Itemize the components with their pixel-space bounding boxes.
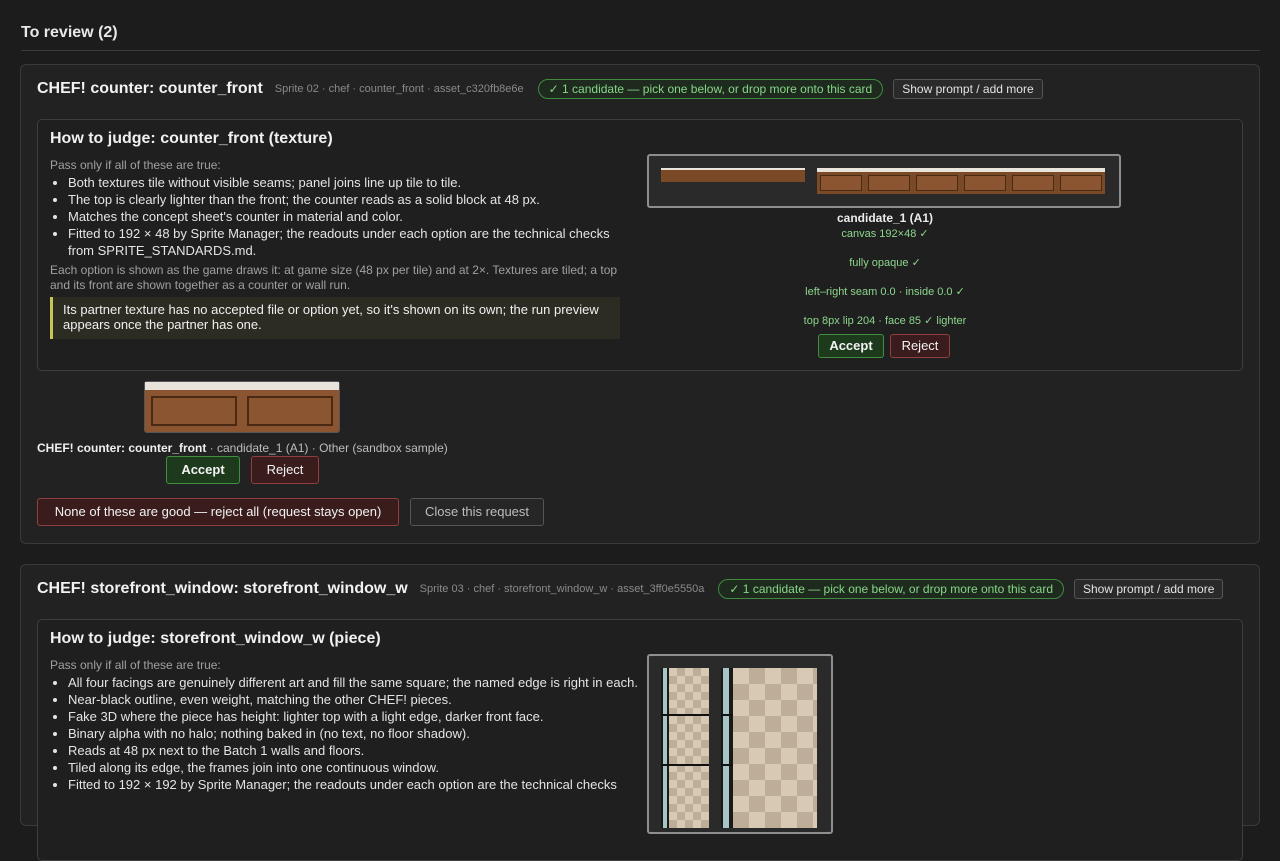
card-title: CHEF! storefront_window: storefront_wind… — [37, 580, 408, 597]
show-prompt-button[interactable]: Show prompt / add more — [893, 79, 1043, 99]
partner-warning: Its partner texture has no accepted file… — [50, 297, 620, 339]
window-frame-1x — [661, 668, 709, 828]
criteria-item: Tiled along its edge, the frames join in… — [68, 759, 638, 776]
texture-1x — [661, 168, 805, 182]
sample-name: CHEF! counter: counter_front — [37, 441, 207, 455]
review-card-counter-front: CHEF! counter: counter_front Sprite 02 ·… — [20, 64, 1260, 544]
judge-panel: How to judge: counter_front (texture) Pa… — [37, 119, 1243, 371]
sample-caption: CHEF! counter: counter_front · candidate… — [37, 441, 448, 455]
criteria-item: Fitted to 192 × 48 by Sprite Manager; th… — [68, 225, 638, 259]
candidate-count-badge: ✓ 1 candidate — pick one below, or drop … — [537, 79, 884, 99]
section-divider — [21, 50, 1260, 51]
candidate-count-badge: ✓ 1 candidate — pick one below, or drop … — [718, 579, 1064, 599]
criteria-item: Both textures tile without visible seams… — [68, 174, 638, 191]
sample-reject-button[interactable]: Reject — [251, 456, 319, 484]
close-request-button[interactable]: Close this request — [410, 498, 544, 526]
reject-all-button[interactable]: None of these are good — reject all (req… — [37, 498, 399, 526]
sample-preview[interactable] — [144, 381, 340, 433]
criteria-item: Reads at 48 px next to the Batch 1 walls… — [68, 742, 638, 759]
judge-panel: How to judge: storefront_window_w (piece… — [37, 619, 1243, 861]
review-card-storefront-window: CHEF! storefront_window: storefront_wind… — [20, 564, 1260, 861]
criteria-item: Near-black outline, even weight, matchin… — [68, 691, 638, 708]
candidate-title: candidate_1 (A1) — [836, 211, 934, 225]
criteria-item: Fake 3D where the piece has height: ligh… — [68, 708, 638, 725]
card-title: CHEF! counter: counter_front — [37, 80, 263, 97]
display-note: Each option is shown as the game draws i… — [50, 263, 618, 292]
criteria-item: Matches the concept sheet's counter in m… — [68, 208, 638, 225]
sample-accept-button[interactable]: Accept — [166, 456, 240, 484]
candidate-preview[interactable] — [647, 154, 1121, 208]
check-opaque: fully opaque ✓ — [849, 257, 921, 269]
criteria-item: Binary alpha with no halo; nothing baked… — [68, 725, 638, 742]
criteria-item: The top is clearly lighter than the fron… — [68, 191, 638, 208]
criteria-list: All four facings are genuinely different… — [50, 674, 638, 793]
check-canvas: canvas 192×48 ✓ — [841, 228, 929, 240]
show-prompt-button[interactable]: Show prompt / add more — [1074, 579, 1224, 599]
accept-button[interactable]: Accept — [818, 334, 884, 358]
card-header: CHEF! counter: counter_front Sprite 02 ·… — [37, 77, 1043, 101]
criteria-item: All four facings are genuinely different… — [68, 674, 638, 691]
criteria-intro: Pass only if all of these are true: — [50, 158, 221, 172]
window-frame-2x — [721, 668, 817, 828]
card-meta: Sprite 03 · chef · storefront_window_w ·… — [419, 583, 705, 595]
criteria-list: Both textures tile without visible seams… — [50, 174, 638, 259]
card-header: CHEF! storefront_window: storefront_wind… — [37, 577, 1224, 601]
check-seam: left–right seam 0.0 · inside 0.0 ✓ — [805, 286, 965, 298]
criteria-intro: Pass only if all of these are true: — [50, 658, 221, 672]
judge-title: How to judge: storefront_window_w (piece… — [50, 630, 381, 647]
reject-button[interactable]: Reject — [890, 334, 950, 358]
candidate-preview[interactable] — [647, 654, 833, 834]
criteria-item: Fitted to 192 × 192 by Sprite Manager; t… — [68, 776, 638, 793]
judge-title: How to judge: counter_front (texture) — [50, 130, 333, 147]
sample-detail: · candidate_1 (A1) · Other (sandbox samp… — [206, 441, 448, 455]
texture-2x — [817, 168, 1105, 194]
section-title: To review (2) — [21, 24, 118, 41]
check-lip: top 8px lip 204 · face 85 ✓ lighter — [803, 315, 967, 327]
card-meta: Sprite 02 · chef · counter_front · asset… — [274, 83, 524, 95]
